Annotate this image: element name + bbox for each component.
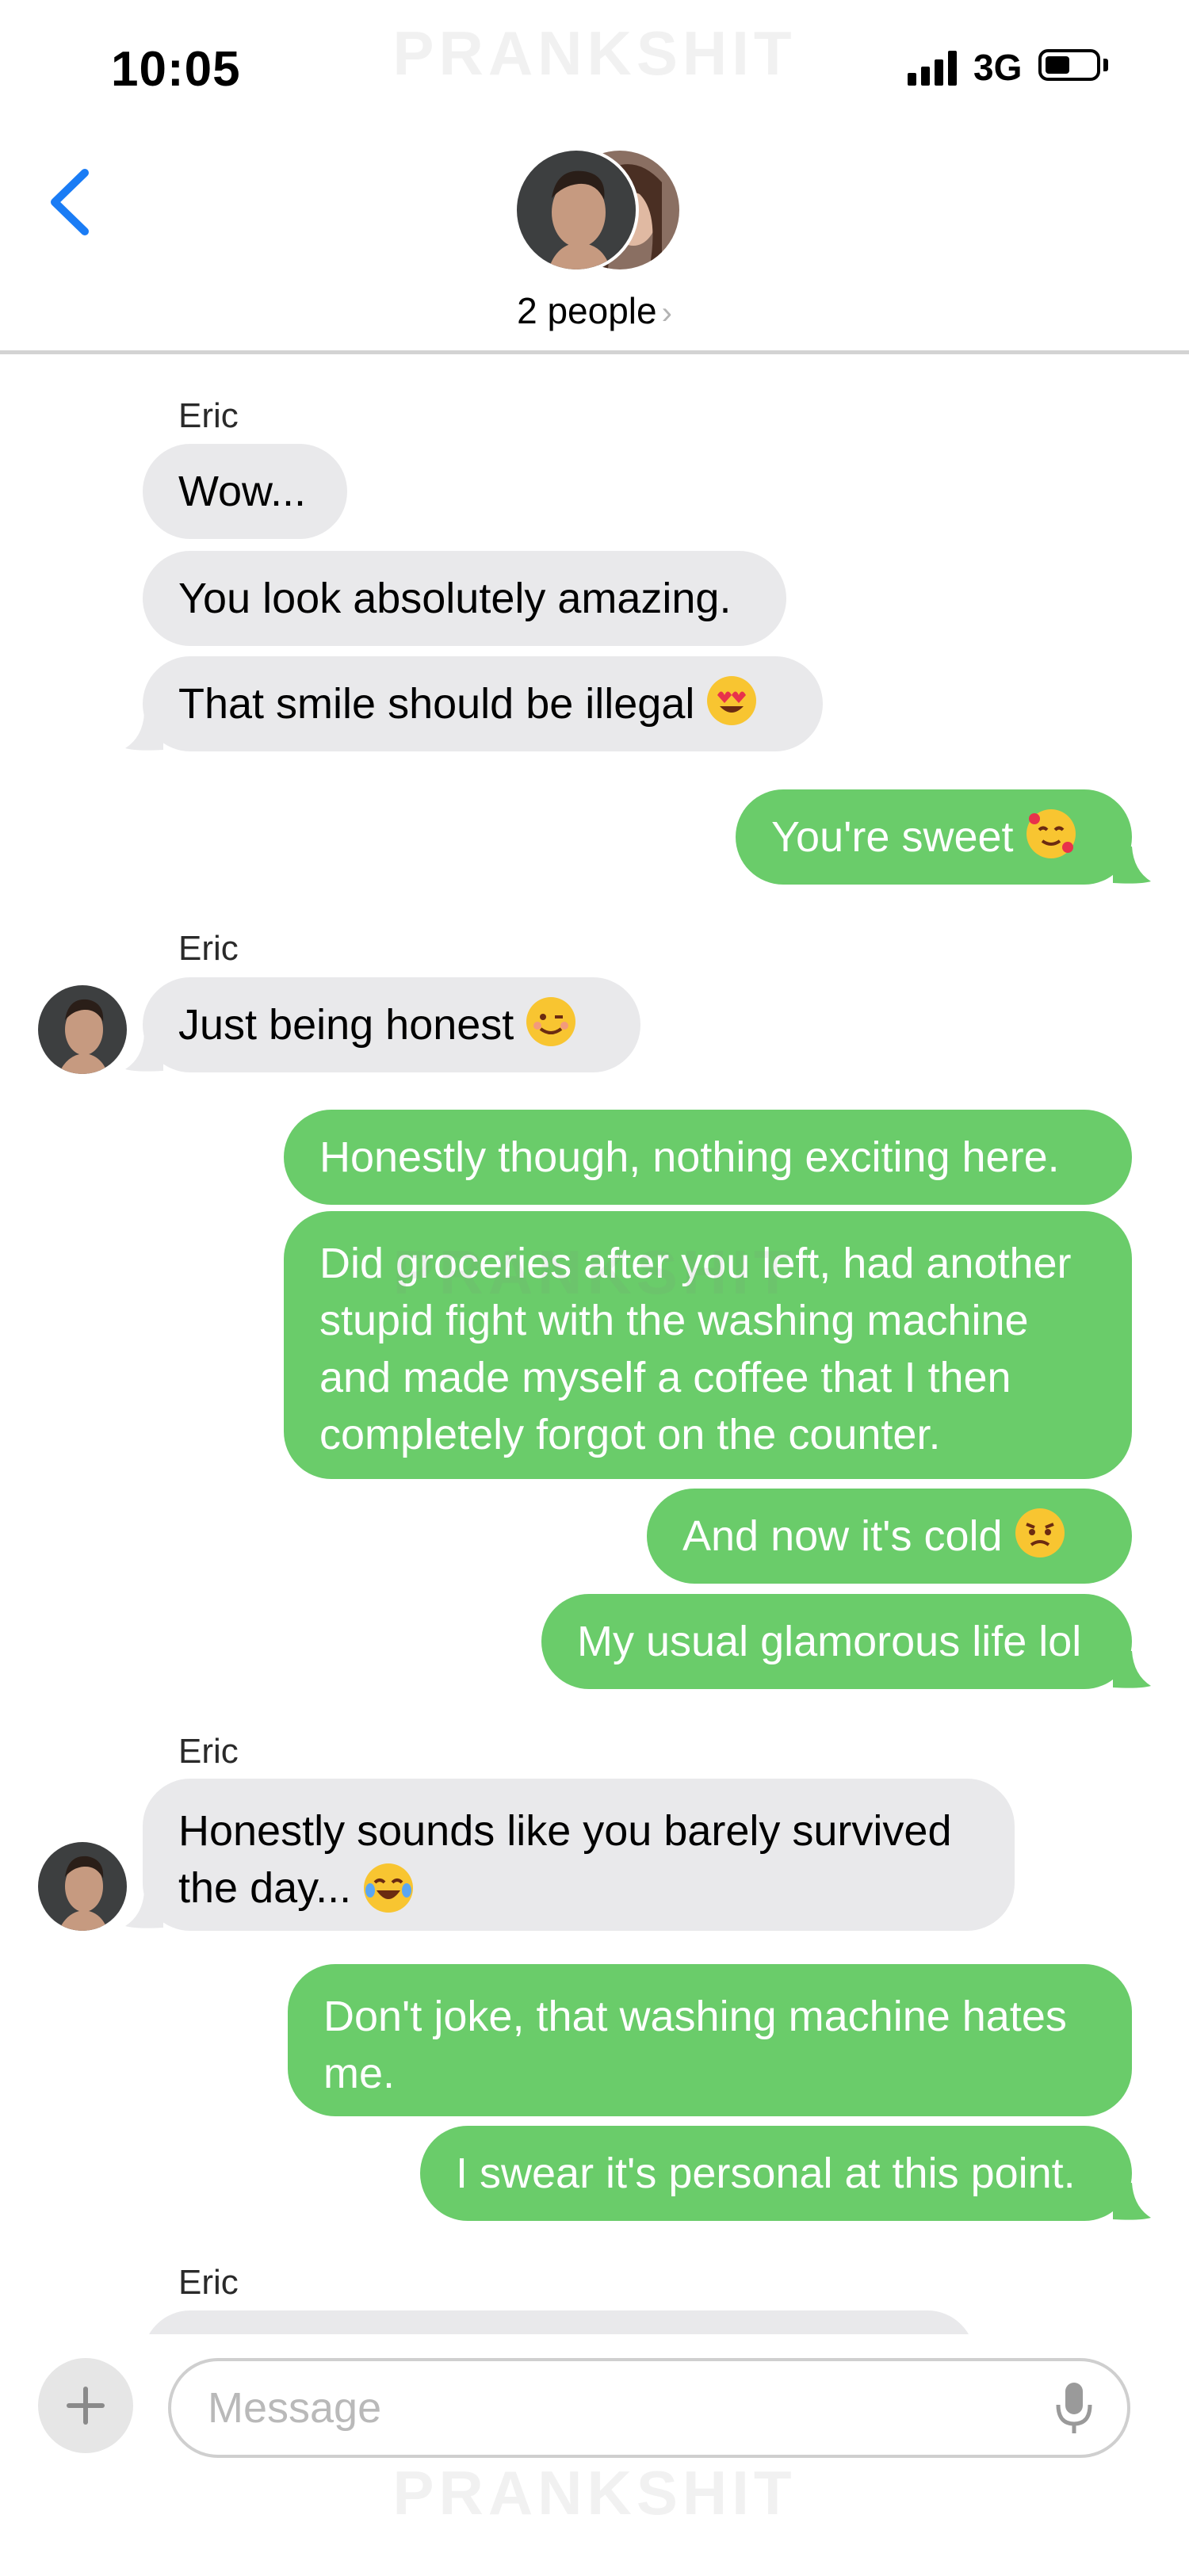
message-text: My usual glamorous life lol — [577, 1618, 1082, 1665]
message-bubble-outgoing[interactable]: Don't joke, that washing machine hates m… — [288, 1964, 1132, 2116]
message-text: Honestly sounds like you barely survived… — [178, 1802, 951, 1917]
sender-name: Eric — [178, 1732, 239, 1771]
add-attachment-button[interactable] — [38, 2358, 133, 2453]
message-bubble-incoming[interactable]: Just being honest — [143, 977, 640, 1072]
message-text: And now it's cold — [682, 1512, 1003, 1560]
message-input[interactable] — [168, 2358, 1130, 2458]
battery-icon — [1038, 49, 1100, 81]
message-text: That smile should be illegal — [178, 680, 695, 728]
watermark: PRANKSHIT — [392, 1237, 797, 1307]
message-bubble-outgoing[interactable]: Honestly though, nothing exciting here. — [284, 1110, 1132, 1205]
watermark: PRANKSHIT — [392, 2458, 797, 2528]
message-bubble-outgoing[interactable]: And now it's cold — [647, 1489, 1132, 1584]
chevron-right-icon: › — [661, 296, 672, 331]
sender-avatar[interactable] — [38, 985, 127, 1074]
message-bubble-incoming[interactable]: Honestly sounds like you barely survived… — [143, 1779, 1015, 1931]
message-text: I swear it's personal at this point. — [456, 2150, 1076, 2197]
status-bar: PRANKSHIT 10:05 3G — [0, 0, 1189, 135]
message-line: completely forgot on the counter. — [319, 1411, 941, 1458]
message-text: Don't joke, that washing machine hates m… — [323, 1988, 1067, 2102]
message-line: Honestly sounds like you barely survived — [178, 1807, 952, 1855]
message-line: me. — [323, 2050, 396, 2097]
message-text: You look absolutely amazing. — [178, 575, 732, 622]
avatar-eric — [514, 147, 639, 273]
winking-face-emoji-icon — [526, 997, 576, 1046]
tears-of-joy-emoji-icon — [364, 1863, 414, 1913]
smiling-face-with-hearts-emoji-icon — [1026, 809, 1076, 858]
sender-name: Eric — [178, 2263, 239, 2302]
network-type: 3G — [973, 47, 1023, 88]
participants-label[interactable]: 2 people › — [0, 289, 1189, 332]
battery-cap — [1103, 59, 1108, 71]
message-bubble-incoming[interactable]: That smile should be illegal — [143, 656, 823, 751]
participants-count: 2 people — [517, 290, 657, 331]
message-text: Just being honest — [178, 1001, 514, 1049]
sender-name: Eric — [178, 929, 239, 968]
sender-avatar[interactable] — [38, 1842, 127, 1931]
message-line: the day... — [178, 1864, 352, 1912]
message-text: Honestly though, nothing exciting here. — [319, 1133, 1060, 1181]
message-line: and made myself a coffee that I then — [319, 1354, 1011, 1401]
microphone-icon[interactable] — [1050, 2379, 1098, 2436]
message-bubble-outgoing[interactable]: My usual glamorous life lol — [541, 1594, 1132, 1689]
message-bubble-incoming[interactable]: You look absolutely amazing. — [143, 551, 786, 646]
heart-eyes-emoji-icon — [707, 676, 757, 725]
message-bubble-incoming[interactable]: Wow... — [143, 444, 347, 539]
status-time: 10:05 — [111, 42, 241, 97]
message-bubble-outgoing[interactable]: You're sweet — [736, 789, 1132, 885]
message-line: Don't joke, that washing machine hates — [323, 1993, 1067, 2040]
message-text: You're sweet — [771, 813, 1014, 861]
group-avatar[interactable] — [514, 147, 682, 274]
signal-strength-icon — [908, 51, 958, 86]
back-chevron-icon[interactable] — [44, 166, 99, 238]
header-divider — [0, 350, 1189, 354]
sender-name: Eric — [178, 396, 239, 435]
pleading-face-emoji-icon — [1015, 1508, 1065, 1557]
message-text: Wow... — [178, 468, 307, 515]
message-line-with-emoji: the day... — [178, 1859, 951, 1917]
message-bubble-outgoing[interactable]: I swear it's personal at this point. — [420, 2126, 1132, 2221]
